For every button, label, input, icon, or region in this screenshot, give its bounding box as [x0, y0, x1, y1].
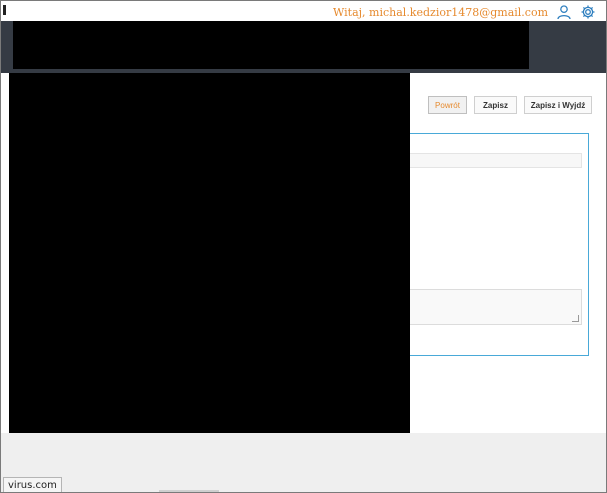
save-and-exit-button[interactable]: Zapisz i Wyjdź — [524, 96, 592, 114]
user-bar: Witaj, michal.kedzior1478@gmail.com — [333, 2, 596, 22]
welcome-text[interactable]: Witaj, michal.kedzior1478@gmail.com — [333, 6, 548, 19]
footer — [1, 433, 606, 492]
browser-viewport: Witaj, michal.kedzior1478@gmail.com Powr… — [0, 0, 607, 493]
save-button[interactable]: Zapisz — [474, 96, 517, 114]
gear-icon[interactable] — [580, 4, 596, 20]
redacted-header-area — [13, 21, 529, 69]
status-bar-url: virus.com — [3, 477, 62, 492]
back-button[interactable]: Powrót — [428, 96, 467, 114]
resize-grip-icon[interactable] — [572, 315, 579, 322]
footer-fragment — [159, 490, 219, 492]
redacted-main-area — [9, 73, 410, 442]
user-icon[interactable] — [556, 4, 572, 20]
top-left-mark — [3, 5, 6, 15]
